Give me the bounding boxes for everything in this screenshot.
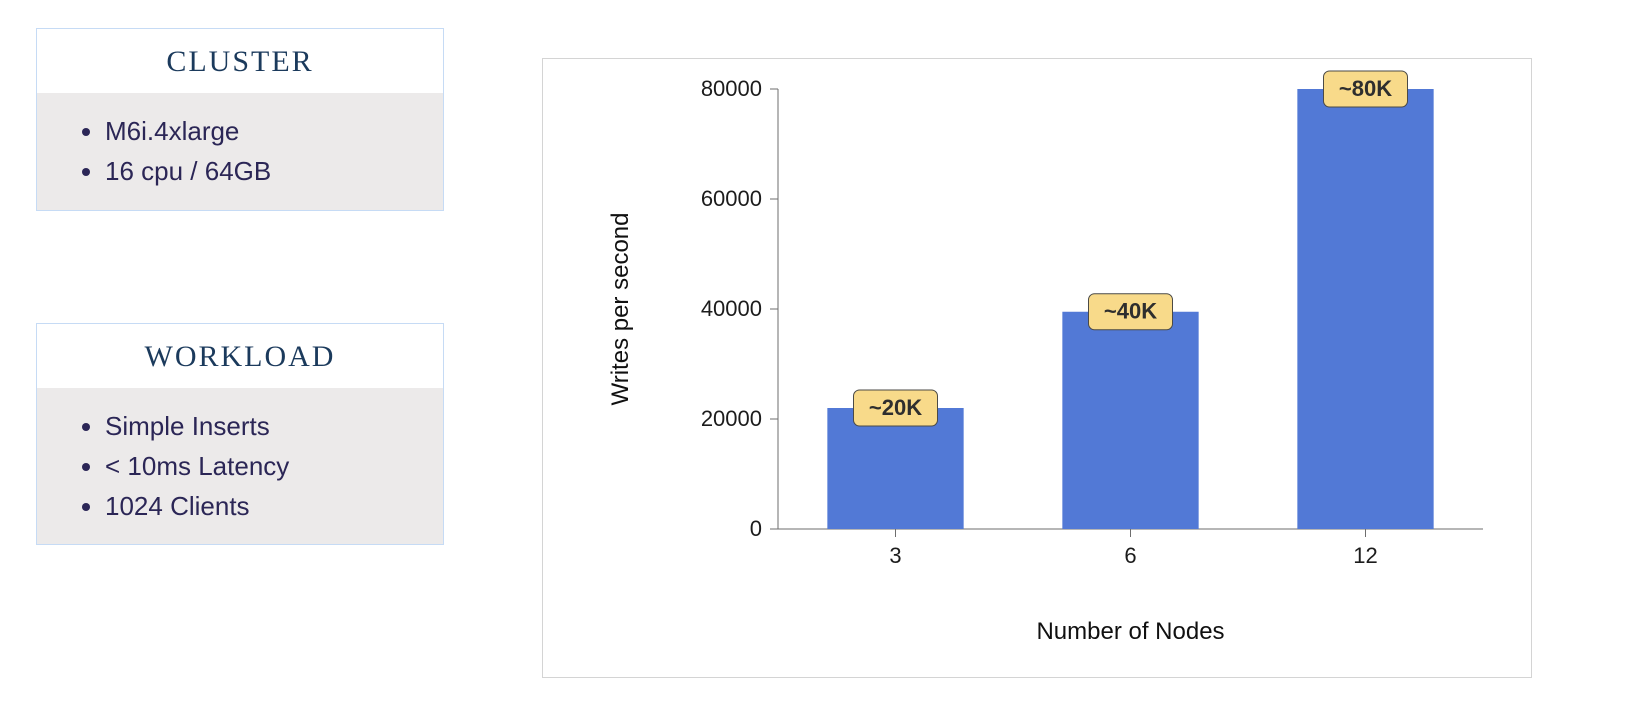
- list-item: M6i.4xlarge: [105, 111, 423, 151]
- info-panel-left: CLUSTER M6i.4xlarge 16 cpu / 64GB WORKLO…: [36, 28, 444, 545]
- chart-panel: 0 20000 40000 60000 80000 3 6 12 ~20K ~40K ~80K Num…: [542, 58, 1532, 678]
- workload-box: WORKLOAD Simple Inserts < 10ms Latency 1…: [36, 323, 444, 546]
- x-tick-label: 12: [1353, 543, 1377, 568]
- y-axis-title: Writes per second: [607, 213, 634, 406]
- workload-list: Simple Inserts < 10ms Latency 1024 Clien…: [81, 406, 423, 527]
- list-item: 1024 Clients: [105, 486, 423, 526]
- cluster-title: CLUSTER: [37, 29, 443, 93]
- value-badge-text: ~80K: [1339, 76, 1392, 101]
- x-tick-label: 6: [1124, 543, 1136, 568]
- chart-bar: [1297, 89, 1433, 529]
- cluster-list: M6i.4xlarge 16 cpu / 64GB: [81, 111, 423, 192]
- value-badge-text: ~20K: [869, 395, 922, 420]
- cluster-box: CLUSTER M6i.4xlarge 16 cpu / 64GB: [36, 28, 444, 211]
- y-tick-label: 0: [750, 516, 762, 541]
- list-item: < 10ms Latency: [105, 446, 423, 486]
- y-tick-label: 60000: [701, 186, 762, 211]
- y-tick-label: 20000: [701, 406, 762, 431]
- x-axis-title: Number of Nodes: [1036, 618, 1224, 645]
- value-badge-text: ~40K: [1104, 299, 1157, 324]
- list-item: 16 cpu / 64GB: [105, 151, 423, 191]
- writes-per-second-bar-chart: 0 20000 40000 60000 80000 3 6 12 ~20K ~40K ~80K Num…: [543, 59, 1533, 679]
- cluster-body: M6i.4xlarge 16 cpu / 64GB: [37, 93, 443, 210]
- workload-title: WORKLOAD: [37, 324, 443, 388]
- y-tick-label: 80000: [701, 76, 762, 101]
- chart-bar: [1062, 312, 1198, 529]
- list-item: Simple Inserts: [105, 406, 423, 446]
- workload-body: Simple Inserts < 10ms Latency 1024 Clien…: [37, 388, 443, 545]
- y-tick-label: 40000: [701, 296, 762, 321]
- x-tick-label: 3: [889, 543, 901, 568]
